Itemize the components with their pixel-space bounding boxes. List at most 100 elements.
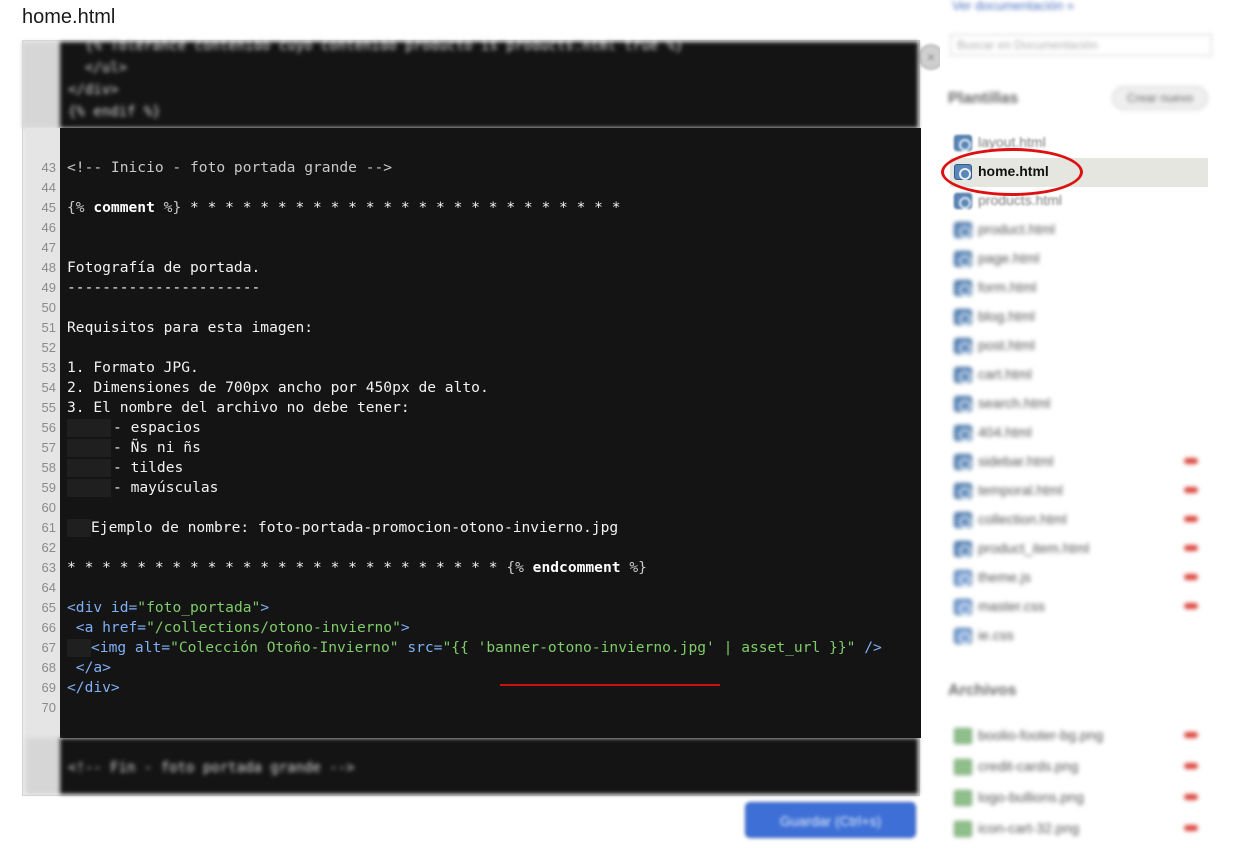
- code-line: 51 Requisitos para esta imagen:: [0, 318, 895, 338]
- code-line: 70: [0, 698, 895, 718]
- delete-icon[interactable]: [1184, 545, 1198, 551]
- line-number: 64: [41, 580, 56, 595]
- asset-item[interactable]: boolio-footer-bg.png: [950, 722, 1210, 750]
- code-line: 56 - espacios: [0, 418, 895, 438]
- template-item[interactable]: product.html: [950, 216, 1210, 244]
- delete-icon[interactable]: [1184, 516, 1198, 522]
- template-item[interactable]: collection.html: [950, 506, 1210, 534]
- delete-icon[interactable]: [1184, 825, 1198, 831]
- code-token: %}: [629, 559, 647, 576]
- delete-icon[interactable]: [1184, 458, 1198, 464]
- line-number: 57: [41, 440, 56, 455]
- image-file-icon: [954, 790, 972, 806]
- line-number: 59: [41, 480, 56, 495]
- template-item[interactable]: search.html: [950, 390, 1210, 418]
- template-file-icon: [954, 367, 972, 383]
- delete-icon[interactable]: [1184, 794, 1198, 800]
- template-name: page.html: [978, 250, 1040, 266]
- save-button[interactable]: Guardar (Ctrl+s): [745, 802, 916, 838]
- blurred-code-line: <!-- Fin - foto portada grande -->: [68, 760, 355, 776]
- code-token: ----------------------: [67, 279, 261, 296]
- delete-icon[interactable]: [1184, 603, 1198, 609]
- blurred-code-line: {% Tolerance contenido cuyo contenido pr…: [68, 38, 684, 54]
- code-line: 53 1. Formato JPG.: [0, 358, 895, 378]
- search-input[interactable]: Buscar en Documentación: [950, 34, 1212, 56]
- delete-icon[interactable]: [1184, 487, 1198, 493]
- indent-marker: [67, 519, 91, 537]
- asset-item[interactable]: icon-cart-32.png: [950, 815, 1210, 843]
- template-file-icon: [954, 570, 972, 586]
- template-item[interactable]: ie.css: [950, 622, 1210, 650]
- template-item[interactable]: post.html: [950, 332, 1210, 360]
- template-name: sidebar.html: [978, 453, 1054, 469]
- code-token: endcomment: [523, 559, 630, 576]
- create-new-button[interactable]: Crear nuevo: [1112, 86, 1208, 110]
- template-item[interactable]: page.html: [950, 245, 1210, 273]
- template-name: product.html: [978, 221, 1056, 237]
- asset-name: logo-bullions.png: [978, 789, 1084, 805]
- template-file-icon: [954, 309, 972, 325]
- template-file-icon: [954, 454, 972, 470]
- code-line: 50: [0, 298, 895, 318]
- code-text: Requisitos para esta imagen:: [67, 318, 313, 338]
- line-number: 62: [41, 540, 56, 555]
- template-file-icon: [954, 135, 972, 151]
- code-line: 61 Ejemplo de nombre: foto-portada-promoc…: [0, 518, 895, 538]
- line-number: 54: [41, 380, 56, 395]
- template-item[interactable]: sidebar.html: [950, 448, 1210, 476]
- line-number: 47: [41, 240, 56, 255]
- code-area-blurred-top: {% Tolerance contenido cuyo contenido pr…: [22, 38, 918, 128]
- template-item[interactable]: master.css: [950, 593, 1210, 621]
- delete-icon[interactable]: [1184, 732, 1198, 738]
- template-item[interactable]: theme.js: [950, 564, 1210, 592]
- template-item[interactable]: form.html: [950, 274, 1210, 302]
- delete-icon[interactable]: [1184, 763, 1198, 769]
- template-item[interactable]: temporal.html: [950, 477, 1210, 505]
- indent-marker: [67, 439, 111, 457]
- template-name: form.html: [978, 279, 1037, 295]
- code-token: 3. El nombre del archivo no debe tener:: [67, 399, 410, 416]
- code-text: - tildes: [67, 458, 183, 478]
- code-text: 2. Dimensiones de 700px ancho por 450px …: [67, 378, 489, 398]
- code-token: - espacios: [113, 419, 201, 436]
- line-number: 65: [41, 600, 56, 615]
- code-line: 63 * * * * * * * * * * * * * * * * * * * …: [0, 558, 895, 578]
- template-name: theme.js: [978, 569, 1031, 585]
- code-line: 46: [0, 218, 895, 238]
- code-line: 62: [0, 538, 895, 558]
- code-text: - mayúsculas: [67, 478, 218, 498]
- delete-icon[interactable]: [1184, 574, 1198, 580]
- template-name: ie.css: [978, 627, 1014, 643]
- template-item[interactable]: product_item.html: [950, 535, 1210, 563]
- image-file-icon: [954, 759, 972, 775]
- asset-item[interactable]: logo-bullions.png: [950, 784, 1210, 812]
- asset-name: boolio-footer-bg.png: [978, 727, 1104, 743]
- code-token: "{{ 'banner-otono-invierno.jpg' | asset_…: [442, 639, 856, 656]
- indent-marker: [67, 479, 111, 497]
- asset-item[interactable]: credit-cards.png: [950, 753, 1210, 781]
- editor-page: home.html × {% Tolerance contenido cuyo …: [0, 0, 1233, 854]
- code-line: 68 </a>: [0, 658, 895, 678]
- template-file-icon: [954, 251, 972, 267]
- template-item[interactable]: 404.html: [950, 419, 1210, 447]
- code-text: <img alt="Colección Otoño-Invierno" src=…: [67, 638, 882, 658]
- template-file-icon: [954, 425, 972, 441]
- line-number: 55: [41, 400, 56, 415]
- code-line: 60: [0, 498, 895, 518]
- code-area-blurred-bottom: <!-- Fin - foto portada grande -->: [60, 738, 918, 794]
- template-item[interactable]: blog.html: [950, 303, 1210, 331]
- code-token: "foto_portada": [137, 599, 261, 616]
- line-number: 69: [41, 680, 56, 695]
- template-item[interactable]: cart.html: [950, 361, 1210, 389]
- template-file-icon: [954, 541, 972, 557]
- code-token: {%: [67, 199, 85, 216]
- asset-name: credit-cards.png: [978, 758, 1079, 774]
- image-file-icon: [954, 821, 972, 837]
- template-file-icon: [954, 628, 972, 644]
- line-number: 53: [41, 360, 56, 375]
- code-token: Requisitos para esta imagen:: [67, 319, 314, 336]
- documentation-link[interactable]: Ver documentación »: [952, 0, 1074, 13]
- code-token: >: [260, 599, 270, 616]
- code-token: 1. Formato JPG.: [67, 359, 199, 376]
- blurred-code-line: {% endif %}: [68, 104, 161, 120]
